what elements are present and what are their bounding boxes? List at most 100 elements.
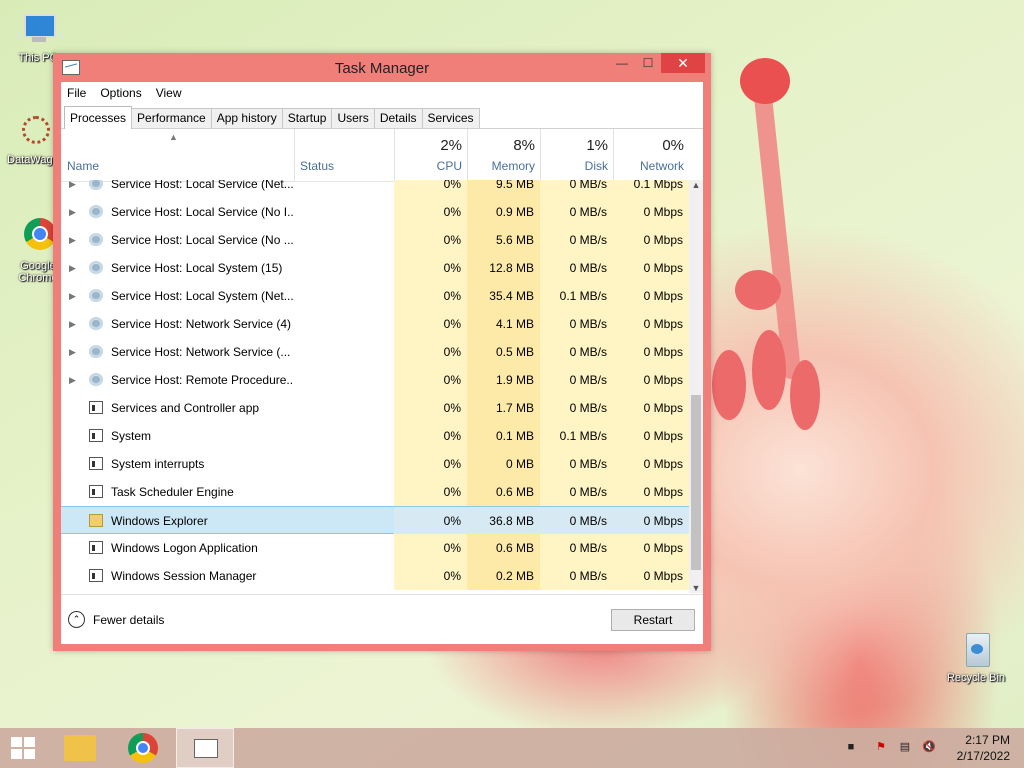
process-name: Task Scheduler Engine [111, 485, 234, 499]
tab-details[interactable]: Details [373, 108, 423, 128]
process-name: Service Host: Local System (Net... [111, 289, 293, 303]
restart-button[interactable]: Restart [611, 609, 695, 631]
column-header-name[interactable]: ▲ Name [61, 129, 295, 181]
gear-icon [89, 289, 103, 302]
process-row[interactable]: Windows Session Manager 0% 0.2 MB 0 MB/s 0 M… [61, 562, 689, 590]
expand-chevron-icon[interactable]: ▶ [69, 310, 79, 338]
expand-chevron-icon[interactable]: ▶ [69, 338, 79, 366]
process-disk: 0 MB/s [540, 450, 613, 478]
process-network: 0 Mbps [613, 422, 689, 450]
process-cpu: 0% [394, 310, 467, 338]
process-disk: 0 MB/s [540, 338, 613, 366]
process-network: 0 Mbps [613, 254, 689, 282]
process-name: Service Host: Local Service (Net... [111, 180, 293, 191]
process-row[interactable]: ▶ Service Host: Network Service (... 0% 0.5… [61, 338, 689, 366]
process-name: Service Host: Local System (15) [111, 261, 283, 275]
start-button[interactable] [0, 728, 50, 768]
process-network: 0.1 Mbps [613, 180, 689, 198]
tab-services[interactable]: Services [421, 108, 480, 128]
process-row[interactable]: Windows Explorer 0% 36.8 MB 0 MB/s 0 Mbps [61, 506, 689, 535]
task-manager-icon [194, 739, 218, 758]
tab-app-history[interactable]: App history [210, 108, 283, 128]
volume-muted-icon[interactable]: 🔇 [922, 740, 936, 754]
application-icon [89, 401, 103, 414]
column-header-disk[interactable]: 1% Disk [540, 129, 614, 181]
minimize-button[interactable]: — [609, 53, 635, 73]
process-row[interactable]: ▶ Service Host: Remote Procedure... 0% 1.9 … [61, 366, 689, 394]
process-cpu: 0% [394, 226, 467, 254]
process-row[interactable]: ▶ Service Host: Local System (15) 0% 12.8 M… [61, 254, 689, 282]
process-name: Service Host: Network Service (... [111, 345, 291, 359]
tab-performance[interactable]: Performance [131, 108, 212, 128]
process-row[interactable]: System interrupts 0% 0 MB 0 MB/s 0 Mbps [61, 450, 689, 478]
close-button[interactable]: ✕ [661, 53, 705, 73]
process-network: 0 Mbps [613, 394, 689, 422]
column-header-network[interactable]: 0% Network [613, 129, 690, 181]
process-network: 0 Mbps [613, 562, 689, 590]
expand-chevron-icon[interactable]: ▶ [69, 254, 79, 282]
system-clock[interactable]: 2:17 PM 2/17/2022 [957, 732, 1010, 764]
expand-chevron-icon[interactable]: ▶ [69, 282, 79, 310]
process-network: 0 Mbps [613, 478, 689, 506]
wallpaper-flower-bud [740, 58, 790, 104]
process-disk: 0 MB/s [540, 226, 613, 254]
expand-chevron-icon[interactable]: ▶ [69, 198, 79, 226]
show-hidden-icons-icon[interactable]: ■ [844, 740, 858, 754]
tab-processes[interactable]: Processes [64, 106, 133, 129]
gear-icon [89, 205, 103, 218]
process-row[interactable]: Services and Controller app 0% 1.7 MB 0 MB/… [61, 394, 689, 422]
process-memory: 5.6 MB [467, 226, 540, 254]
process-disk: 0 MB/s [540, 366, 613, 394]
action-center-flag-icon[interactable]: ⚑ [874, 740, 888, 754]
expand-chevron-icon[interactable]: ▶ [69, 226, 79, 254]
process-row[interactable]: ▶ Service Host: Local Service (Net... 0% 9.… [61, 180, 689, 198]
scrollbar-thumb[interactable] [691, 395, 701, 570]
menu-view[interactable]: View [156, 86, 182, 100]
gear-icon [89, 345, 103, 358]
scroll-down-icon[interactable]: ▼ [689, 583, 703, 593]
process-memory: 4.1 MB [467, 310, 540, 338]
process-cpu: 0% [394, 450, 467, 478]
network-label: Network [639, 159, 684, 173]
process-row[interactable]: ▶ Service Host: Local Service (No ... 0% 5.… [61, 226, 689, 254]
process-row[interactable]: Windows Logon Application 0% 0.6 MB 0 MB/s 0… [61, 534, 689, 562]
process-memory: 36.8 MB [467, 507, 540, 535]
process-disk: 0.1 MB/s [540, 282, 613, 310]
network-icon[interactable]: ▤ [898, 740, 912, 754]
windows-logo-icon [11, 737, 37, 759]
vertical-scrollbar[interactable]: ▲ ▼ [689, 180, 703, 593]
application-icon [89, 457, 103, 470]
column-header-row: ▲ Name Status 2% CPU 8% Memory 1% Disk 0… [61, 129, 703, 182]
scroll-up-icon[interactable]: ▲ [689, 180, 703, 190]
computer-icon [18, 10, 58, 50]
process-row[interactable]: ▶ Service Host: Local Service (No I... 0% 0… [61, 198, 689, 226]
title-bar[interactable]: Task Manager — ☐ ✕ [53, 53, 711, 82]
process-disk: 0 MB/s [540, 198, 613, 226]
task-manager-taskbar-button[interactable] [176, 728, 234, 768]
tab-startup[interactable]: Startup [281, 108, 333, 128]
expand-chevron-icon[interactable]: ▶ [69, 366, 79, 394]
application-icon [89, 485, 103, 498]
process-row[interactable]: Task Scheduler Engine 0% 0.6 MB 0 MB/s 0 Mbp… [61, 478, 689, 506]
menu-file[interactable]: File [67, 86, 86, 100]
chrome-taskbar-icon[interactable] [128, 733, 158, 763]
tab-users[interactable]: Users [331, 108, 375, 128]
maximize-button[interactable]: ☐ [635, 53, 661, 73]
column-header-cpu[interactable]: 2% CPU [394, 129, 468, 181]
process-row[interactable]: ▶ Service Host: Network Service (4) 0% 4.1 … [61, 310, 689, 338]
expand-chevron-icon[interactable]: ▶ [69, 180, 79, 198]
process-memory: 1.7 MB [467, 394, 540, 422]
menu-options[interactable]: Options [100, 86, 141, 100]
column-header-status[interactable]: Status [294, 129, 394, 181]
process-name: Service Host: Remote Procedure... [111, 373, 293, 387]
process-disk: 0 MB/s [540, 180, 613, 198]
wallpaper-stamen [712, 350, 746, 420]
column-header-memory[interactable]: 8% Memory [467, 129, 541, 181]
clock-time: 2:17 PM [965, 733, 1010, 747]
process-name: System [111, 429, 152, 443]
process-row[interactable]: System 0% 0.1 MB 0.1 MB/s 0 Mbps [61, 422, 689, 450]
file-explorer-taskbar-icon[interactable] [64, 735, 96, 761]
fewer-details-button[interactable]: ⌃ Fewer details [68, 611, 164, 628]
process-row[interactable]: ▶ Service Host: Local System (Net... 0% 35.… [61, 282, 689, 310]
desktop-icon-recycle-bin[interactable]: Recycle Bin [944, 630, 1008, 684]
